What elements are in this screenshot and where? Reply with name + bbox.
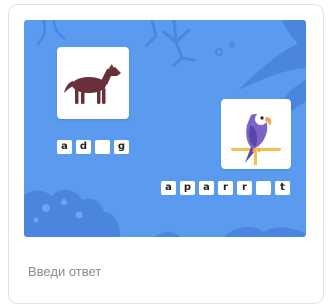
- answer-input[interactable]: [28, 262, 298, 280]
- letter-tile: p: [180, 181, 195, 195]
- parrot-icon: [231, 113, 281, 165]
- coral-decor-icon: [144, 20, 196, 67]
- seabed-decor: [24, 189, 120, 237]
- dog-icon: [64, 64, 121, 104]
- blank-letter-tile: [95, 140, 110, 154]
- letter-tile: a: [199, 181, 214, 195]
- letter-tile: t: [275, 181, 290, 195]
- letter-tile: d: [76, 140, 91, 154]
- letter-tile: r: [237, 181, 252, 195]
- dog-picture-card: [57, 47, 129, 119]
- parrot-letter-tiles: a p a r r t: [161, 181, 290, 195]
- letter-tile: g: [114, 140, 129, 154]
- letter-tile: a: [161, 181, 176, 195]
- task-illustration: a d g a p a r r t: [24, 20, 306, 237]
- letter-tile: a: [57, 140, 72, 154]
- parrot-picture-card: [221, 99, 291, 169]
- letter-tile: r: [218, 181, 233, 195]
- blank-letter-tile: [256, 181, 271, 195]
- dog-letter-tiles: a d g: [57, 140, 129, 154]
